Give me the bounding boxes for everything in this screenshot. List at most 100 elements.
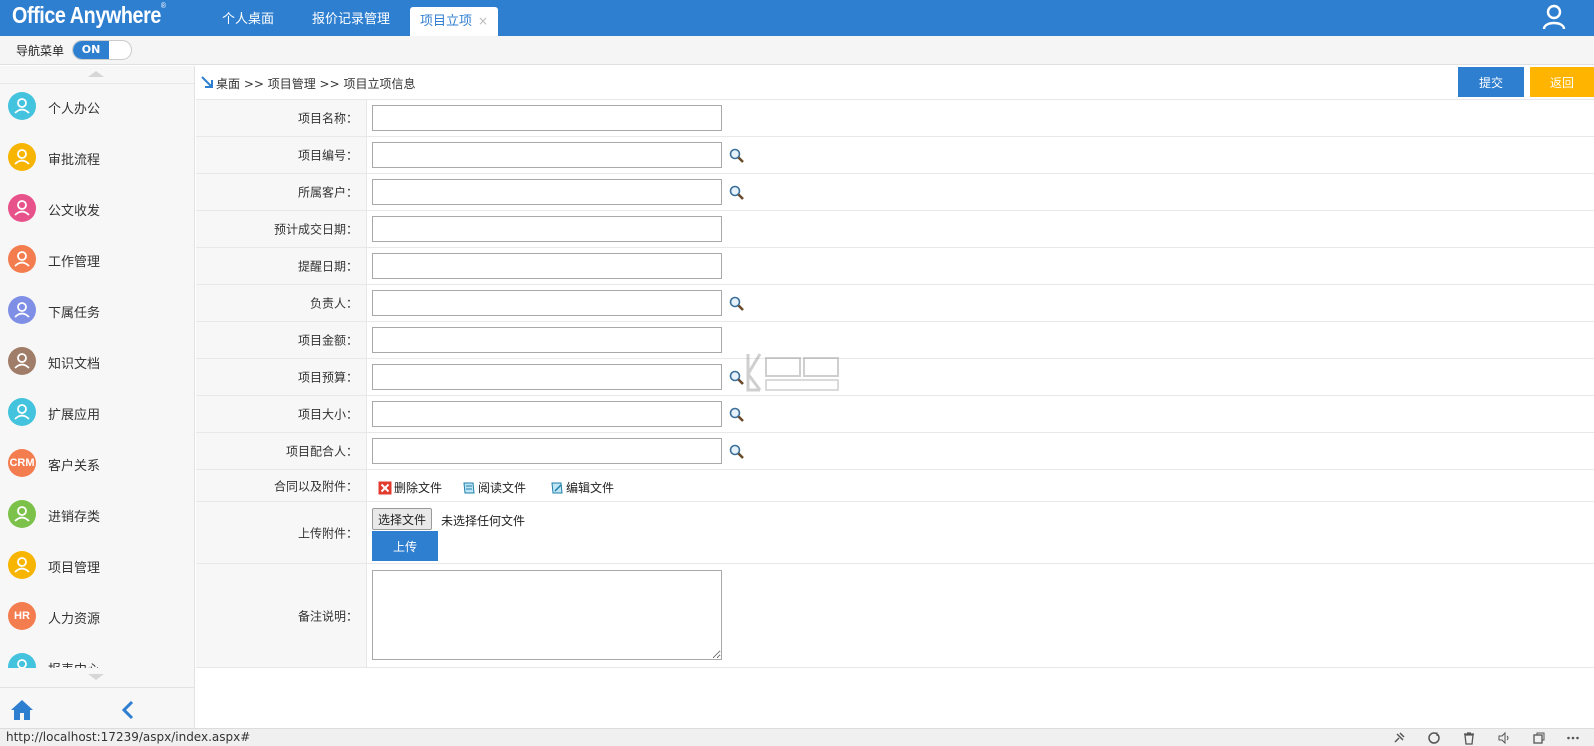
more-icon[interactable] [1566,731,1580,745]
extension-icon [8,398,36,426]
search-icon[interactable] [728,184,746,202]
search-icon[interactable] [728,443,746,461]
app-logo: Office Anywhere® [12,1,166,28]
read-file-label: 阅读文件 [478,481,527,495]
upload-label-cell: 上传附件： [196,502,367,563]
form-label-cell: 项目编号： [196,137,367,173]
volume-icon[interactable] [1497,731,1511,745]
form-input[interactable] [372,364,722,390]
form-row: 提醒日期： [196,248,1594,285]
sidebar-item-0[interactable]: 个人办公 [0,84,194,135]
team-icon [8,296,36,324]
collapse-sidebar-icon[interactable] [121,700,135,720]
form-input[interactable] [372,327,722,353]
sidebar-item-7[interactable]: CRM 客户关系 [0,441,194,492]
status-url: http://localhost:17239/aspx/index.aspx# [6,730,251,744]
sidebar-item-label: 进销存类 [48,510,101,525]
sidebar-item-4[interactable]: 下属任务 [0,288,194,339]
form-input[interactable] [372,438,722,464]
attachments-label: 合同以及附件： [273,479,358,493]
sidebar-item-label: 审批流程 [48,153,101,168]
document-exchange-icon [8,194,36,222]
form-label-cell: 预计成交日期： [196,211,367,247]
form-label: 所属客户： [297,185,358,200]
project-form: 项目名称： 项目编号： 所属客户： 预计成交日期： 提醒日期： 负责人： 项目金额： 项目预算… [196,100,1594,668]
remark-textarea[interactable] [372,570,722,660]
status-bar: http://localhost:17239/aspx/index.aspx# [0,728,1594,746]
window-icon[interactable] [1532,731,1546,745]
search-icon[interactable] [728,147,746,165]
sidebar-scroll-up-arrow[interactable] [0,66,194,84]
sidebar-item-8[interactable]: 进销存类 [0,492,194,543]
sidebar-item-6[interactable]: 扩展应用 [0,390,194,441]
refresh-icon[interactable] [1427,731,1441,745]
submit-button[interactable]: 提交 [1458,67,1524,97]
project-icon [8,551,36,579]
back-button[interactable]: 返回 [1530,67,1594,97]
delete-file-button[interactable]: 删除文件 [378,479,442,496]
sidebar-scroll-down-arrow[interactable] [0,668,194,688]
hr-icon: HR [8,602,36,630]
edit-file-icon [551,482,563,493]
sidebar-item-label: 公文收发 [48,204,101,219]
inventory-icon [8,500,36,528]
delete-icon [378,481,392,494]
choose-file-button[interactable]: 选择文件 [372,508,433,530]
person-icon [8,92,36,120]
sidebar-item-3[interactable]: 工作管理 [0,237,194,288]
form-input[interactable] [372,179,722,205]
sidebar-item-1[interactable]: 审批流程 [0,135,194,186]
sidebar-item-label: 报表中心 [48,659,100,668]
form-input[interactable] [372,253,722,279]
upload-button[interactable]: 上传 [372,531,438,561]
sidebar-item-9[interactable]: 项目管理 [0,543,194,594]
form-label-cell: 所属客户： [196,174,367,210]
form-row: 负责人： [196,285,1594,322]
form-input[interactable] [372,105,722,131]
sidebar-footer [0,688,194,728]
user-icon[interactable] [1542,4,1566,30]
sidebar-item-11[interactable]: 报表中心 [0,645,194,668]
edit-file-button[interactable]: 编辑文件 [550,479,614,496]
search-icon[interactable] [728,295,746,313]
watermark-logo [746,353,839,392]
form-row: 项目配合人： [196,433,1594,470]
form-input[interactable] [372,216,722,242]
trash-icon[interactable] [1462,731,1476,745]
sidebar-item-label: 扩展应用 [48,408,101,423]
sidebar-item-5[interactable]: 知识文档 [0,339,194,390]
form-row: 项目金额： [196,322,1594,359]
form-input[interactable] [372,290,722,316]
sidebar-item-label: 项目管理 [48,561,101,576]
tab-quote-records[interactable]: 报价记录管理 [312,0,390,36]
read-file-button[interactable]: 阅读文件 [462,479,526,496]
sidebar-item-10[interactable]: HR 人力资源 [0,594,194,645]
form-label-cell: 提醒日期： [196,248,367,284]
sidebar-menu: 个人办公审批流程公文收发工作管理 下属任务 知识文档扩展应用 CRM 客户关系进销存类项… [0,84,194,668]
edit-file-label: 编辑文件 [566,481,615,495]
work-icon [8,245,36,273]
breadcrumb-bar: 桌面 >> 项目管理 >> 项目立项信息 提交 返回 [196,66,1594,100]
tab-personal-desktop[interactable]: 个人桌面 [222,0,274,36]
pin-icon[interactable] [1392,731,1406,745]
tab-project-initiation[interactable]: 项目立项 × [410,7,499,36]
form-label-cell: 项目名称： [196,100,367,136]
book-icon [8,347,36,375]
search-icon[interactable] [728,406,746,424]
form-input[interactable] [372,142,722,168]
upload-label: 上传附件： [297,526,358,540]
form-row: 项目预算： [196,359,1594,396]
read-file-icon [463,482,475,493]
sidebar-item-2[interactable]: 公文收发 [0,186,194,237]
form-label-cell: 项目配合人： [196,433,367,469]
remark-label: 备注说明： [297,609,358,623]
form-input[interactable] [372,401,722,427]
top-bar: Office Anywhere® 个人桌面 报价记录管理 项目立项 × [0,0,1594,36]
form-row: 项目名称： [196,100,1594,137]
nav-menu-toggle[interactable]: ON [72,40,132,60]
sidebar: 个人办公审批流程公文收发工作管理 下属任务 知识文档扩展应用 CRM 客户关系进销存类项… [0,66,195,728]
crm-icon: CRM [8,449,36,477]
tab-close-icon[interactable]: × [478,14,488,28]
home-icon[interactable] [10,699,34,721]
breadcrumb-arrow-icon [201,76,213,88]
